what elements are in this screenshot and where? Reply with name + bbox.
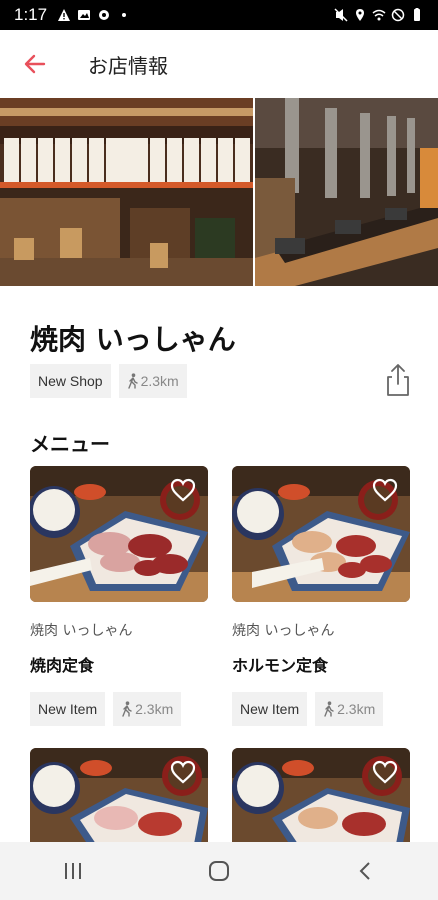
favorite-button[interactable] (372, 478, 398, 502)
menu-item-shop-name: 焼肉 いっしゃん (30, 623, 133, 639)
heart-icon (372, 478, 398, 502)
distance-badge: 2.3km (315, 692, 384, 726)
home-button[interactable] (179, 842, 259, 900)
wifi-icon (372, 9, 386, 21)
recent-apps-button[interactable] (33, 842, 113, 900)
system-back-button[interactable] (325, 842, 405, 900)
back-button[interactable] (0, 30, 70, 98)
favorite-button[interactable] (372, 760, 398, 784)
distance-badge: 2.3km (118, 364, 187, 398)
favorite-button[interactable] (170, 478, 196, 502)
distance-value: 2.3km (135, 701, 174, 717)
battery-icon (414, 8, 420, 21)
new-shop-badge: New Shop (30, 364, 111, 398)
menu-item-photo (30, 466, 208, 602)
menu-card[interactable]: 焼肉 いっしゃん ホルモン定食 New Item 2.3km (232, 466, 410, 726)
new-item-label: New Item (240, 701, 300, 717)
heart-icon (170, 478, 196, 502)
status-bar: 1:17 (0, 0, 438, 30)
favorite-button[interactable] (170, 760, 196, 784)
heart-icon (170, 760, 196, 784)
blocked-icon (391, 8, 405, 22)
new-item-label: New Item (38, 701, 98, 717)
menu-item-name: ホルモン定食 (232, 656, 329, 675)
dot-icon (122, 13, 127, 17)
shop-name: 焼肉 いっしゃん (30, 323, 236, 356)
shop-tags: New Shop 2.3km (30, 364, 187, 398)
location-icon (356, 9, 364, 21)
mute-icon (334, 8, 348, 22)
page-title: お店情報 (88, 53, 168, 78)
system-navigation-bar (0, 842, 438, 900)
shop-photo-storefront[interactable] (0, 98, 253, 286)
new-shop-label: New Shop (38, 373, 103, 389)
home-icon (209, 861, 229, 881)
share-button[interactable] (383, 362, 413, 398)
arrow-left-icon (24, 54, 46, 74)
walking-person-icon (127, 373, 139, 389)
menu-section-title: メニュー (30, 432, 110, 456)
shop-photo-interior[interactable] (255, 98, 438, 286)
shop-photo-gallery[interactable] (0, 98, 438, 286)
warning-icon (58, 9, 71, 21)
chevron-left-icon (359, 862, 370, 880)
walking-person-icon (323, 701, 335, 717)
distance-badge: 2.3km (113, 692, 182, 726)
share-icon (387, 364, 409, 396)
app-header: お店情報 (0, 30, 438, 98)
image-icon (78, 10, 91, 20)
menu-item-photo (232, 466, 410, 602)
new-item-badge: New Item (232, 692, 308, 726)
menu-item-name: 焼肉定食 (30, 656, 95, 675)
heart-icon (372, 760, 398, 784)
recent-apps-icon (65, 863, 81, 879)
status-time: 1:17 (14, 5, 48, 24)
distance-value: 2.3km (337, 701, 376, 717)
distance-value: 2.3km (140, 373, 179, 389)
new-item-badge: New Item (30, 692, 106, 726)
menu-item-shop-name: 焼肉 いっしゃん (232, 623, 335, 639)
menu-card[interactable]: 焼肉 いっしゃん 焼肉定食 New Item 2.3km (30, 466, 208, 726)
settings-icon (99, 10, 110, 20)
walking-person-icon (121, 701, 133, 717)
